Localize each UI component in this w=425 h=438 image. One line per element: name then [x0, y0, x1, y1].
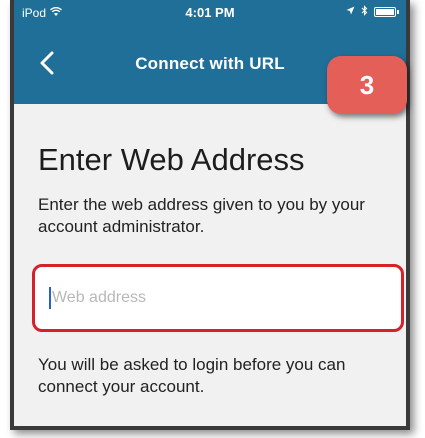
step-badge: 3	[327, 56, 407, 114]
page-heading: Enter Web Address	[38, 142, 305, 177]
page-description: Enter the web address given to you by yo…	[38, 195, 365, 236]
login-note: You will be asked to login before you ca…	[38, 355, 346, 396]
location-icon	[346, 6, 355, 18]
status-bar-right	[346, 5, 399, 19]
content-area: Enter Web Address Enter the web address …	[14, 104, 406, 426]
web-address-field-highlight	[32, 264, 404, 332]
bluetooth-icon	[361, 5, 368, 19]
battery-icon	[374, 7, 399, 17]
text-caret	[49, 287, 51, 309]
web-address-input[interactable]	[51, 289, 401, 307]
